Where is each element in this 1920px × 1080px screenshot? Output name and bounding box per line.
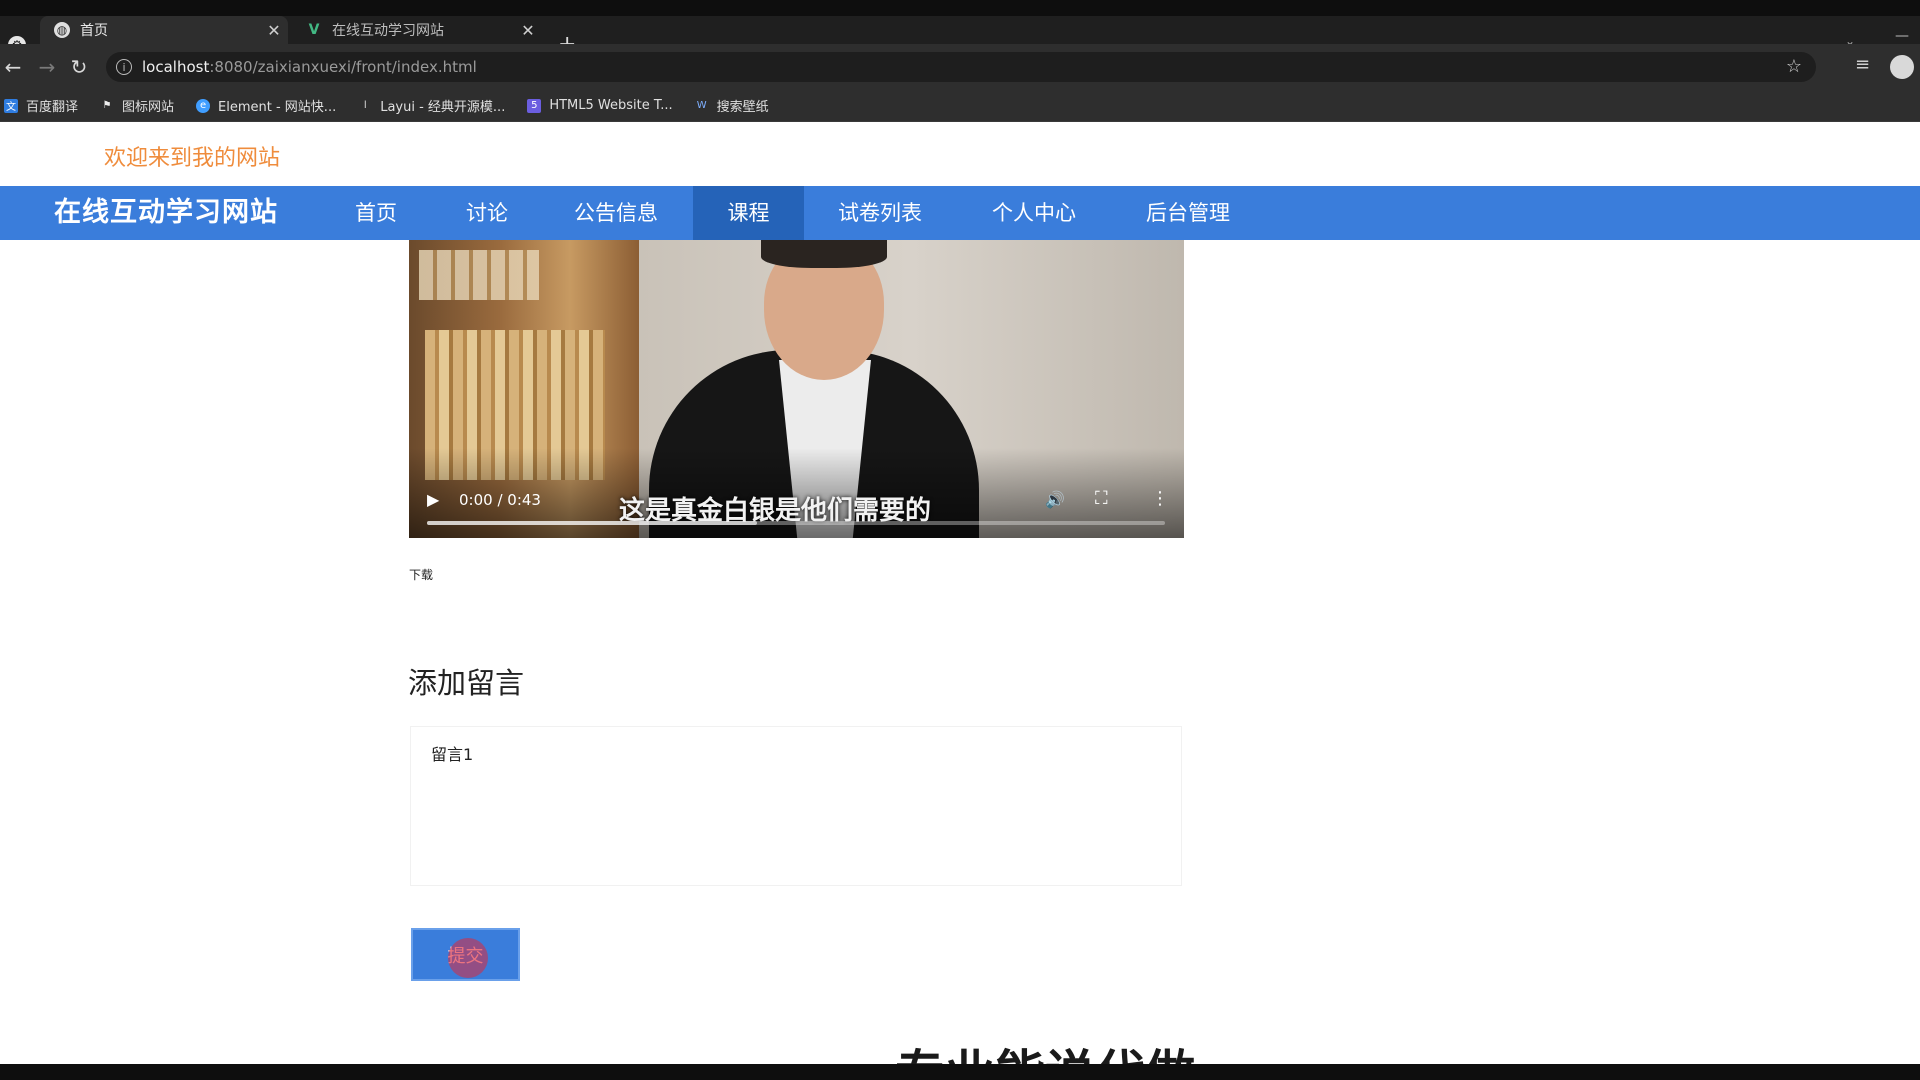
browser-tabstrip: ⚙ ◍ 首页 ✕ V 在线互动学习网站 ✕ + ⌄ —	[0, 0, 1920, 57]
bookmarks-bar: 文 百度翻译 ⚑ 图标网站 e Element - 网站快... l Layui…	[0, 90, 1920, 122]
bottom-edge	[0, 1064, 1920, 1080]
site-title[interactable]: 在线互动学习网站	[54, 186, 278, 240]
video-buffer-bar	[427, 521, 757, 525]
profile-avatar[interactable]	[1890, 55, 1914, 79]
site-info-icon[interactable]: i	[116, 59, 132, 75]
bookmark-item[interactable]: e Element - 网站快...	[196, 96, 336, 115]
bookmark-label: Element - 网站快...	[218, 100, 337, 115]
welcome-bar: 欢迎来到我的网站	[0, 122, 1920, 186]
video-progress-bar[interactable]	[427, 521, 1165, 525]
click-indicator	[448, 938, 488, 978]
video-controls: ▶ 0:00 / 0:43 这是真金白银是他们需要的 🔊 ⛶ ⋮	[409, 478, 1184, 538]
bookmark-label: 百度翻译	[26, 100, 79, 115]
nav-discussion[interactable]: 讨论	[450, 186, 524, 240]
bookmark-item[interactable]: ⚑ 图标网站	[100, 96, 175, 115]
bookmark-item[interactable]: l Layui - 经典开源模...	[358, 96, 506, 115]
video-time: 0:00 / 0:43	[459, 491, 541, 509]
bookmark-label: Layui - 经典开源模...	[380, 100, 506, 115]
nav-announcements[interactable]: 公告信息	[556, 186, 676, 240]
play-icon[interactable]: ▶	[427, 490, 439, 509]
back-icon[interactable]: ←	[0, 54, 26, 80]
site-navbar: 在线互动学习网站 首页 讨论 公告信息 课程 试卷列表 个人中心 后台管理	[0, 186, 1920, 240]
wallpaper-icon: W	[696, 100, 707, 111]
tab-title: 首页	[80, 23, 108, 39]
reading-list-icon[interactable]: ≡	[1855, 54, 1870, 75]
tab-home[interactable]: ◍ 首页 ✕	[40, 16, 288, 44]
fullscreen-icon[interactable]: ⛶	[1095, 488, 1108, 509]
course-video-player[interactable]: ▶ 0:00 / 0:43 这是真金白银是他们需要的 🔊 ⛶ ⋮	[409, 240, 1184, 538]
vue-logo-icon: V	[308, 22, 320, 38]
comment-textarea[interactable]: 留言1	[410, 726, 1182, 886]
nav-exam-list[interactable]: 试卷列表	[820, 186, 940, 240]
element-logo-icon: e	[196, 98, 211, 113]
tab-title: 在线互动学习网站	[332, 23, 444, 39]
close-tab-icon[interactable]: ✕	[514, 21, 542, 40]
reload-icon[interactable]: ↻	[66, 54, 92, 80]
bookmark-label: 搜索壁纸	[716, 100, 769, 115]
url-host: localhost	[142, 58, 210, 76]
bookmark-star-icon[interactable]: ☆	[1786, 56, 1802, 77]
nav-courses[interactable]: 课程	[693, 186, 804, 240]
translate-icon: 文	[4, 98, 18, 113]
nav-personal-center[interactable]: 个人中心	[974, 186, 1094, 240]
globe-icon: ◍	[54, 22, 70, 38]
video-frame-books	[419, 250, 539, 300]
layui-logo-icon: l	[363, 100, 367, 111]
download-link[interactable]: 下载	[409, 566, 433, 583]
video-frame-person	[761, 240, 887, 268]
bookmark-item[interactable]: W 搜索壁纸	[695, 96, 769, 115]
url-path: :8080/zaixianxuexi/front/index.html	[209, 58, 477, 76]
browser-toolbar: ← → ↻ i localhost :8080/zaixianxuexi/fro…	[0, 44, 1920, 90]
bookmark-label: 图标网站	[122, 100, 175, 115]
address-bar[interactable]: i localhost :8080/zaixianxuexi/front/ind…	[106, 52, 1816, 82]
forward-icon[interactable]: →	[34, 54, 60, 80]
bookmark-label: HTML5 Website T...	[549, 98, 673, 113]
bookmark-item[interactable]: 5 HTML5 Website T...	[527, 98, 673, 113]
volume-icon[interactable]: 🔊	[1045, 490, 1065, 509]
bookmark-item[interactable]: 文 百度翻译	[4, 96, 78, 115]
tab-learning-site[interactable]: V 在线互动学习网站 ✕	[292, 16, 542, 44]
close-tab-icon[interactable]: ✕	[260, 21, 288, 40]
add-comment-heading: 添加留言	[408, 666, 525, 700]
nav-home[interactable]: 首页	[338, 186, 414, 240]
welcome-text: 欢迎来到我的网站	[104, 146, 281, 171]
html5-logo-icon: 5	[527, 98, 542, 113]
minimize-window-button[interactable]: —	[1895, 28, 1909, 44]
nav-admin[interactable]: 后台管理	[1128, 186, 1248, 240]
flag-icon: ⚑	[102, 100, 112, 111]
more-options-icon[interactable]: ⋮	[1151, 488, 1169, 509]
